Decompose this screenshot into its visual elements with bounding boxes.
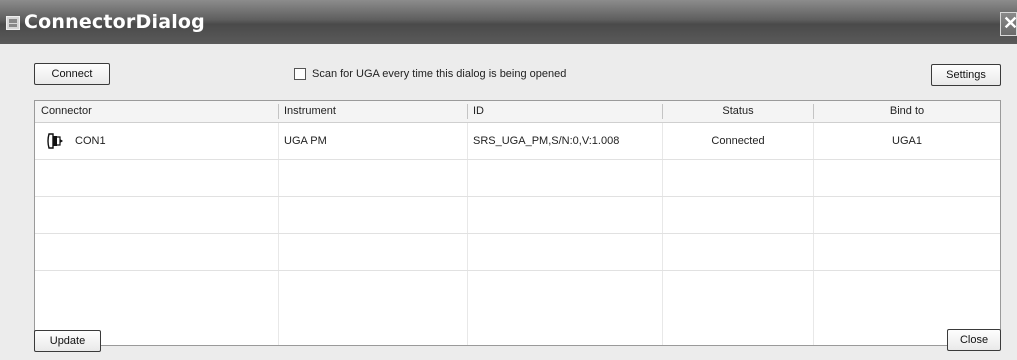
connect-button[interactable]: Connect	[34, 63, 110, 85]
column-header-status[interactable]: Status	[663, 101, 813, 122]
cell-id: SRS_UGA_PM,S/N:0,V:1.008	[473, 135, 620, 147]
update-button[interactable]: Update	[34, 330, 101, 352]
column-divider[interactable]	[278, 104, 279, 119]
table-header: Connector Instrument ID Status Bind to	[35, 101, 1000, 123]
settings-button[interactable]: Settings	[931, 64, 1001, 86]
window-title: ConnectorDialog	[24, 11, 205, 33]
cell-connector: CON1	[75, 135, 106, 147]
dialog-body: Connect Scan for UGA every time this dia…	[0, 44, 1017, 360]
column-header-connector[interactable]: Connector	[41, 101, 92, 122]
table-row[interactable]	[35, 160, 1000, 197]
column-header-bind-to[interactable]: Bind to	[814, 101, 1000, 122]
column-divider[interactable]	[467, 104, 468, 119]
column-header-id[interactable]: ID	[473, 101, 484, 122]
table-row[interactable]: CON1 UGA PM SRS_UGA_PM,S/N:0,V:1.008 Con…	[35, 123, 1000, 160]
table-row[interactable]	[35, 197, 1000, 234]
close-button[interactable]: Close	[947, 329, 1001, 351]
column-header-instrument[interactable]: Instrument	[284, 101, 336, 122]
cell-instrument: UGA PM	[284, 135, 327, 147]
scan-option[interactable]: Scan for UGA every time this dialog is b…	[294, 66, 566, 82]
table-row[interactable]	[35, 271, 1000, 307]
title-bar[interactable]: ConnectorDialog ✕	[0, 0, 1017, 44]
scan-checkbox-label: Scan for UGA every time this dialog is b…	[312, 68, 567, 80]
close-icon[interactable]: ✕	[1000, 12, 1017, 36]
cell-status: Connected	[711, 135, 765, 147]
scan-checkbox[interactable]	[294, 68, 306, 80]
connector-table: Connector Instrument ID Status Bind to C…	[34, 100, 1001, 346]
app-icon	[6, 16, 20, 30]
connector-plug-icon	[47, 133, 63, 149]
table-row[interactable]	[35, 234, 1000, 271]
cell-bind-to: UGA1	[892, 135, 922, 147]
